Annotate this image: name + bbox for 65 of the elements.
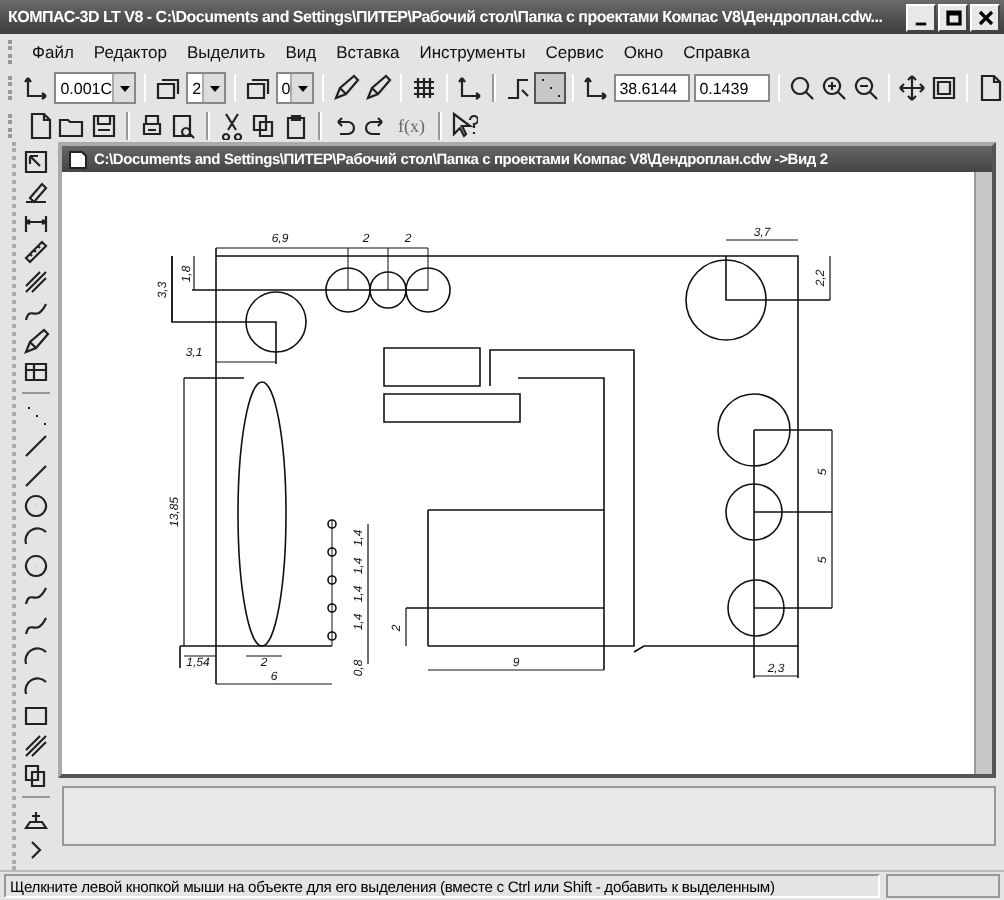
dropdown-field[interactable]: 2 (186, 72, 226, 104)
zoom-out-icon[interactable] (851, 74, 880, 102)
arc-icon[interactable] (21, 671, 49, 699)
x-coordinate-field[interactable]: 38.6144 (613, 74, 690, 102)
axis-icon[interactable] (456, 74, 485, 102)
help-pointer-icon[interactable] (449, 111, 477, 139)
y-coordinate-field[interactable]: 0.1439 (693, 74, 770, 102)
hatch-icon[interactable] (21, 731, 49, 759)
function-button[interactable]: f(x) (394, 115, 429, 135)
scrollbar[interactable] (974, 172, 992, 774)
close-icon (975, 7, 995, 27)
save-icon[interactable] (90, 111, 118, 139)
minimize-icon (914, 21, 928, 25)
dropdown-field[interactable]: 0 (275, 72, 315, 104)
menu-item[interactable]: Файл (22, 41, 84, 61)
line-icon[interactable] (21, 431, 49, 459)
pencil-icon[interactable] (364, 74, 393, 102)
status-field (886, 874, 1000, 898)
edit-icon[interactable] (21, 177, 49, 205)
move-icon[interactable] (897, 74, 926, 102)
pencil-icon[interactable] (332, 74, 361, 102)
document-icon[interactable] (26, 111, 54, 139)
frame-icon[interactable] (929, 74, 958, 102)
close-button[interactable] (970, 3, 1000, 31)
maximize-icon (943, 7, 963, 27)
menu-item[interactable]: Вставка (326, 41, 410, 61)
grid-icon[interactable] (410, 74, 439, 102)
rectangle-icon[interactable] (21, 701, 49, 729)
select-icon[interactable] (21, 147, 49, 175)
measure-icon[interactable] (21, 237, 49, 265)
axis-icon[interactable] (581, 74, 610, 102)
snap-icon[interactable] (503, 74, 532, 102)
layer-icon[interactable] (154, 74, 183, 102)
dropdown-field[interactable]: 0.001C (54, 72, 137, 104)
preview-icon[interactable] (170, 111, 198, 139)
caret-icon (201, 74, 224, 102)
scissors-icon[interactable] (218, 111, 246, 139)
document-icon[interactable] (976, 74, 1004, 102)
layer-icon[interactable] (243, 74, 272, 102)
arc-icon[interactable] (21, 641, 49, 669)
menu-item[interactable]: Справка (673, 41, 760, 61)
minimize-button[interactable] (906, 3, 936, 31)
axis-icon[interactable] (22, 74, 51, 102)
window-title: КОМПАС-3D LT V8 - C:\Documents and Settings\ПИТЕР\Рабочий стол\Папка с проектами Компас V8\Дендроплан.cdw... (8, 8, 885, 26)
printer-icon[interactable] (138, 111, 166, 139)
arc-icon[interactable] (21, 521, 49, 549)
line-icon[interactable] (21, 461, 49, 489)
copy-icon[interactable] (21, 761, 49, 789)
zoom-icon[interactable] (787, 74, 816, 102)
menu-item[interactable]: Редактор (83, 41, 177, 61)
menu-item[interactable]: Сервис (535, 41, 614, 61)
point-icon[interactable] (535, 74, 564, 102)
pencil-icon[interactable] (21, 327, 49, 355)
zoom-in-icon[interactable] (819, 74, 848, 102)
table-icon[interactable] (21, 357, 49, 385)
hatch-icon[interactable] (21, 267, 49, 295)
menu-item[interactable]: Вид (275, 41, 327, 61)
clipboard-icon[interactable] (282, 111, 310, 139)
menu-item[interactable]: Окно (613, 41, 674, 61)
menu-item[interactable]: Инструменты (409, 41, 536, 61)
caret-icon (290, 74, 313, 102)
maximize-button[interactable] (938, 3, 968, 31)
caret-icon (112, 74, 135, 102)
menu-item[interactable]: Выделить (177, 41, 276, 61)
copy-icon[interactable] (250, 111, 278, 139)
